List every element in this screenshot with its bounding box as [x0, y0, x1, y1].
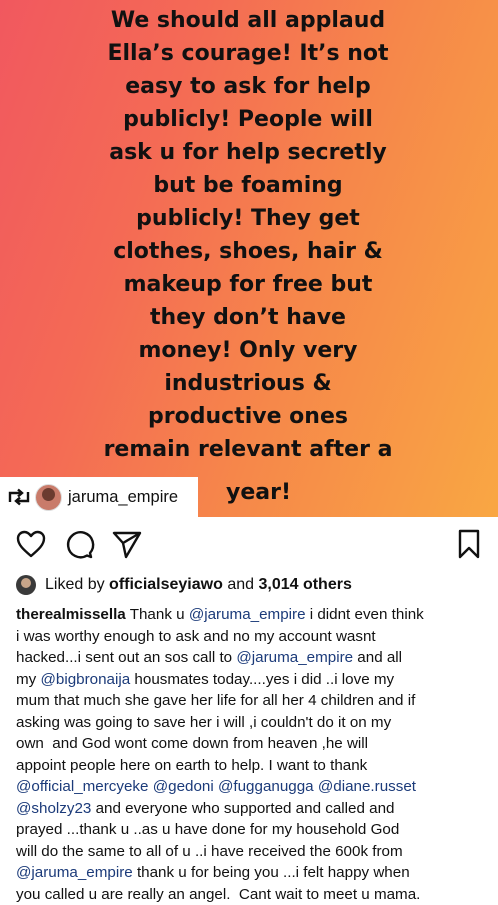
avatar[interactable]: [35, 484, 62, 511]
caption-line: you called u are really an angel. Cant w…: [16, 884, 492, 905]
quote-line: Ella’s courage! It’s not: [70, 37, 426, 70]
caption-line: i was worthy enough to ask and no my acc…: [16, 626, 492, 648]
caption-text: will do the same to all of u ..i have re…: [16, 843, 403, 860]
mention-link[interactable]: @bigbronaija: [40, 671, 130, 688]
caption-line: @sholzy23 and everyone who supported and…: [16, 798, 492, 820]
caption-line: my @bigbronaija housmates today....yes i…: [16, 669, 492, 691]
caption-text: i didnt even think: [306, 606, 424, 623]
quote-line: productive ones: [70, 400, 426, 433]
caption-text: you called u are really an angel. Cant w…: [16, 886, 420, 903]
caption-text: hacked...i sent out an sos call to: [16, 649, 236, 666]
caption-text: appoint people here on earth to help. I …: [16, 757, 367, 774]
quote-line: publicly! People will: [70, 103, 426, 136]
caption-line: @jaruma_empire thank u for being you ...…: [16, 862, 492, 884]
caption: therealmissella Thank u @jaruma_empire i…: [16, 604, 492, 905]
caption-username[interactable]: therealmissella: [16, 606, 126, 623]
comment-icon[interactable]: [62, 527, 96, 561]
quote-line: industrious &: [70, 367, 426, 400]
mention-link[interactable]: @sholzy23: [16, 800, 91, 817]
caption-text: Thank u: [126, 606, 189, 623]
caption-text: my: [16, 671, 40, 688]
action-bar: [0, 517, 498, 577]
send-icon[interactable]: [110, 527, 144, 561]
quote-line: money! Only very: [70, 334, 426, 367]
mention-link[interactable]: @jaruma_empire: [16, 864, 133, 881]
caption-line: will do the same to all of u ..i have re…: [16, 841, 492, 863]
avatar[interactable]: [16, 575, 36, 595]
quote-line: they don’t have: [70, 301, 426, 334]
liked-user[interactable]: officialseyiawo: [109, 576, 223, 594]
mention-link[interactable]: @fugganugga: [218, 778, 314, 795]
mention-link[interactable]: @official_mercyeke: [16, 778, 148, 795]
caption-text: thank u for being you ...i felt happy wh…: [133, 864, 410, 881]
caption-text: asking was going to save her i will ,i c…: [16, 714, 391, 731]
post-image[interactable]: We should all applaudElla’s courage! It’…: [0, 0, 498, 517]
caption-text: prayed ...thank u ..as u have done for m…: [16, 821, 399, 838]
caption-line: prayed ...thank u ..as u have done for m…: [16, 819, 492, 841]
quote-last-line: year!: [226, 480, 291, 505]
quote-line: clothes, shoes, hair &: [70, 235, 426, 268]
mention-link[interactable]: @gedoni: [153, 778, 214, 795]
mention-link[interactable]: @jaruma_empire: [189, 606, 306, 623]
caption-text: mum that much she gave her life for all …: [16, 692, 415, 709]
mention-link[interactable]: @jaruma_empire: [236, 649, 353, 666]
bookmark-icon[interactable]: [452, 527, 486, 561]
quote-line: publicly! They get: [70, 202, 426, 235]
caption-line: mum that much she gave her life for all …: [16, 690, 492, 712]
caption-text: and everyone who supported and called an…: [91, 800, 394, 817]
caption-line: own and God wont come down from heaven ,…: [16, 733, 492, 755]
liked-middle: and: [223, 576, 259, 594]
caption-line: @official_mercyeke @gedoni @fugganugga @…: [16, 776, 492, 798]
quote-line: ask u for help secretly: [70, 136, 426, 169]
quote-line: easy to ask for help: [70, 70, 426, 103]
liked-prefix: Liked by: [45, 576, 109, 594]
caption-line: appoint people here on earth to help. I …: [16, 755, 492, 777]
repost-icon: [7, 487, 31, 507]
caption-text: i was worthy enough to ask and no my acc…: [16, 628, 376, 645]
heart-icon[interactable]: [14, 527, 48, 561]
liked-by[interactable]: Liked by officialseyiawo and 3,014 other…: [16, 575, 488, 595]
caption-line: hacked...i sent out an sos call to @jaru…: [16, 647, 492, 669]
mention-link[interactable]: @diane.russet: [318, 778, 416, 795]
caption-text: housmates today....yes i did ..i love my: [130, 671, 394, 688]
quote-line: remain relevant after a: [70, 433, 426, 466]
repost-username[interactable]: jaruma_empire: [68, 488, 178, 507]
quote-text: We should all applaudElla’s courage! It’…: [70, 4, 426, 466]
caption-text: and all: [353, 649, 402, 666]
quote-line: We should all applaud: [70, 4, 426, 37]
caption-text: own and God wont come down from heaven ,…: [16, 735, 368, 752]
likes-count[interactable]: 3,014 others: [258, 576, 351, 594]
quote-line: but be foaming: [70, 169, 426, 202]
caption-line: asking was going to save her i will ,i c…: [16, 712, 492, 734]
quote-line: makeup for free but: [70, 268, 426, 301]
caption-line: therealmissella Thank u @jaruma_empire i…: [16, 604, 492, 626]
repost-tag[interactable]: jaruma_empire: [0, 477, 198, 517]
